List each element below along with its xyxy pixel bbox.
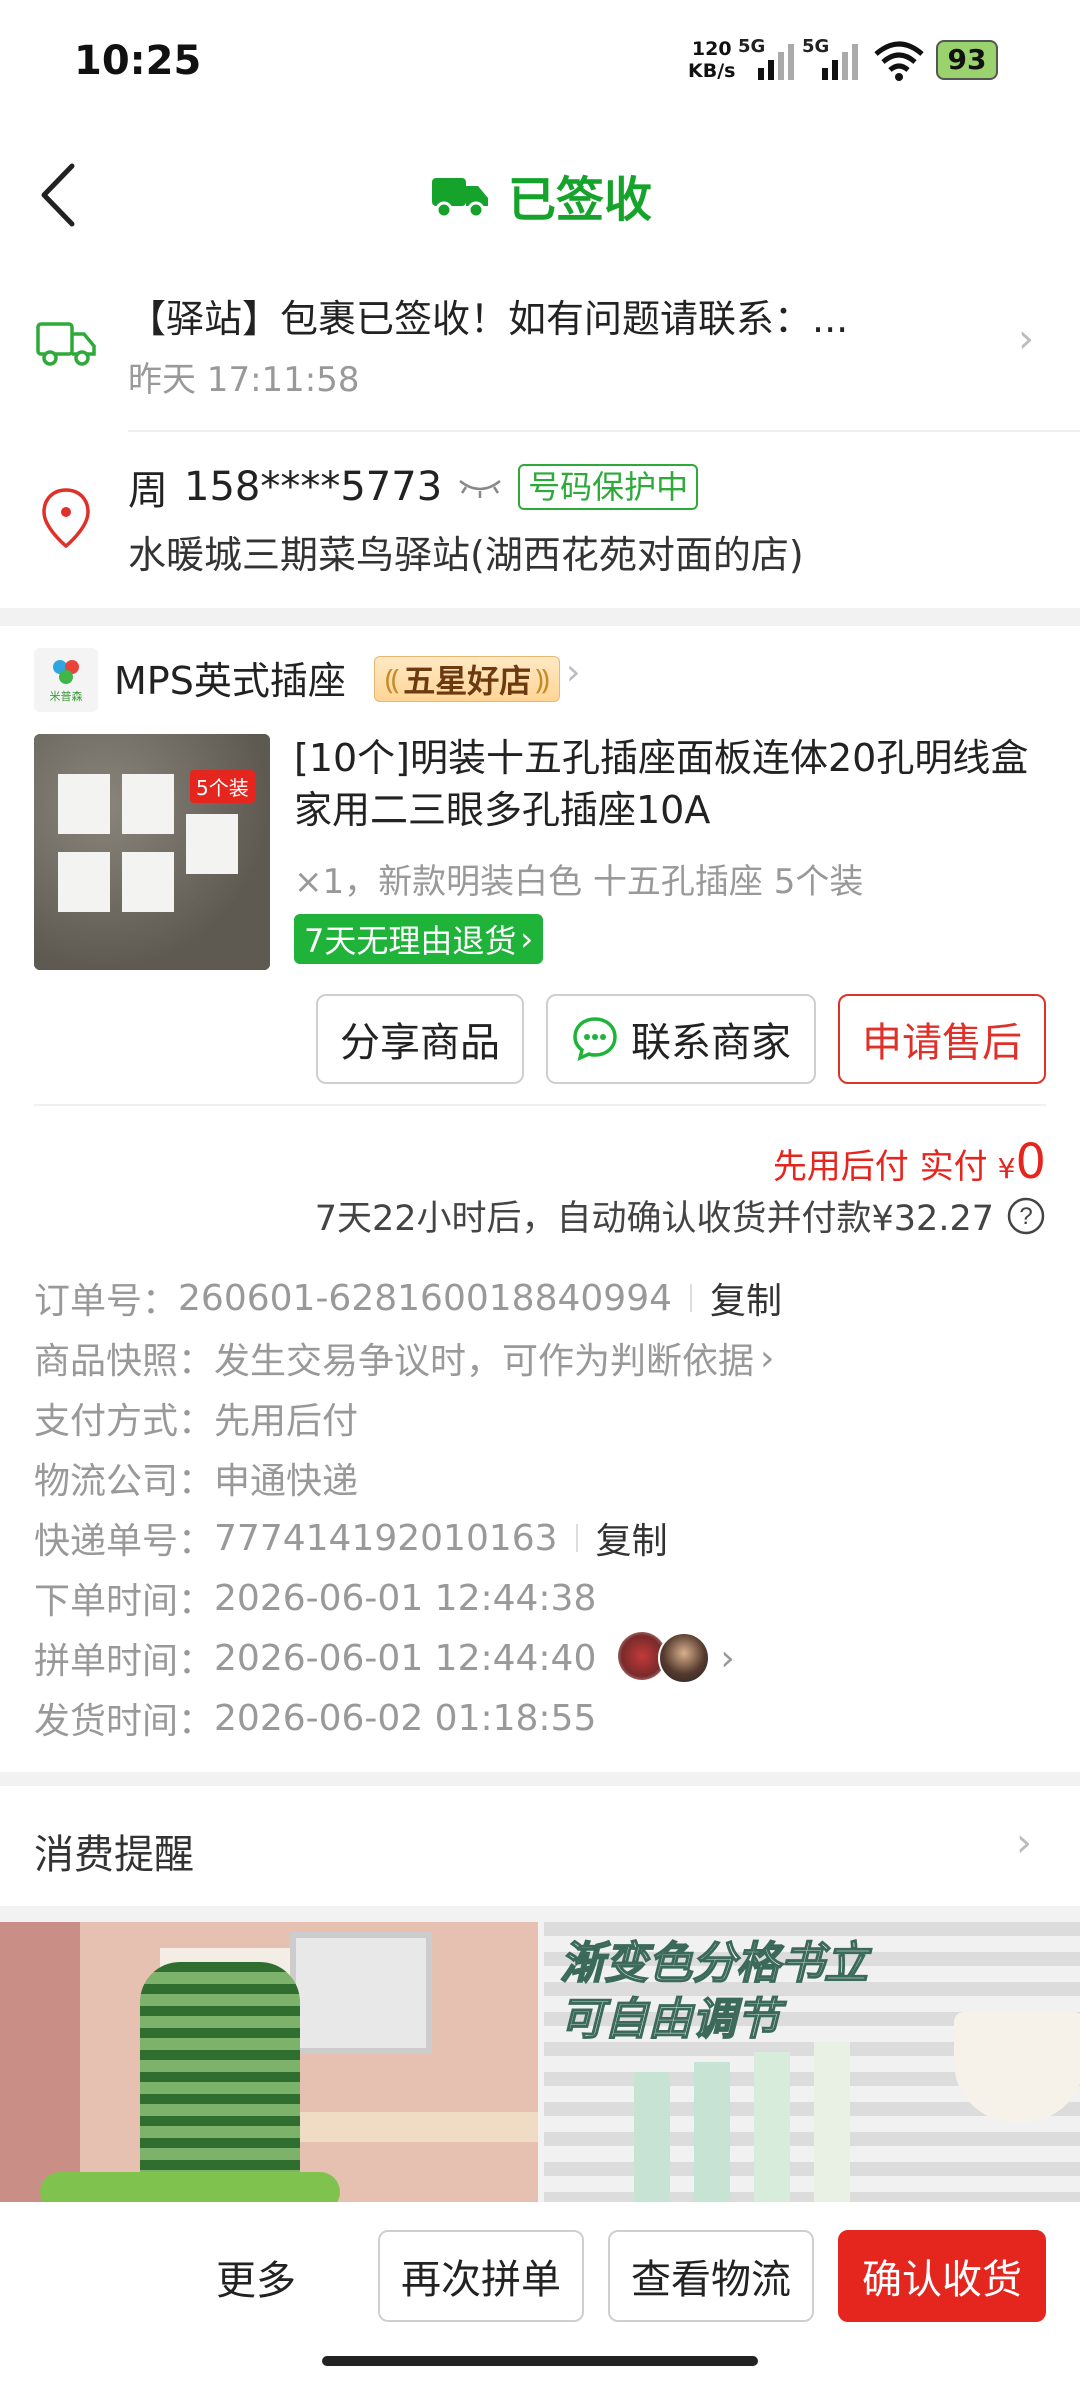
socket-image (122, 852, 174, 912)
recommend-item-chair[interactable] (0, 1922, 538, 2202)
order-info: 订单号： 260601-628160018840994 复制 商品快照： 发生交… (34, 1268, 1046, 1748)
view-logistics-button[interactable]: 查看物流 (608, 2230, 814, 2322)
svg-text:?: ? (1019, 1203, 1032, 1230)
group-time-row[interactable]: 拼单时间： 2026-06-01 12:44:40 › (34, 1628, 1046, 1688)
return-policy-tag[interactable]: 7天无理由退货 › (294, 914, 544, 964)
socket-image (58, 852, 110, 912)
recipient-name: 周 (128, 468, 168, 514)
address-row: 周 158****5773 号码保护中 水暖城三期菜鸟驿站(湖西花苑对面的店) (0, 440, 1080, 600)
auto-confirm-row: 7天22小时后，自动确认收货并付款¥32.27 ? (315, 1190, 1046, 1241)
divider (128, 430, 1080, 432)
shop-logo-text: 米普森 (49, 690, 83, 703)
tracking-time: 昨天 17:11:58 (128, 360, 360, 400)
recommend-item-bookend[interactable]: 渐变色分格书立 可自由调节 (544, 1922, 1080, 2202)
ship-time: 2026-06-02 01:18:55 (214, 1697, 597, 1739)
copy-tracking-number-button[interactable]: 复制 (596, 1512, 668, 1564)
chevron-right-icon: › (760, 1337, 775, 1379)
help-question-icon[interactable]: ? (1006, 1196, 1046, 1236)
order-time: 2026-06-01 12:44:38 (214, 1577, 597, 1619)
chevron-right-icon: › (566, 652, 581, 693)
recommend-caption: 可自由调节 (559, 1993, 781, 2046)
logistics-company: 申通快递 (214, 1461, 359, 1502)
copy-order-number-button[interactable]: 复制 (710, 1272, 782, 1324)
order-time-row: 下单时间： 2026-06-01 12:44:38 (34, 1577, 597, 1623)
address-location: 水暖城三期菜鸟驿站(湖西花苑对面的店) (128, 533, 804, 577)
page-title-text: 已签收 (508, 172, 653, 228)
tracking-number-row: 快递单号： 777414192010163 复制 (34, 1508, 1046, 1568)
location-pin-icon (42, 488, 90, 549)
contact-seller-button[interactable]: 联系商家 (546, 994, 816, 1084)
snapshot-text: 发生交易争议时，可作为判断依据 (214, 1341, 755, 1382)
payment-summary: 先用后付 实付 ¥ 0 (773, 1134, 1046, 1190)
five-star-shop-badge: ⸨ 五星好店 ⸩ (374, 656, 561, 702)
consumption-reminder-row[interactable]: 消费提醒 › (0, 1786, 1080, 1906)
payment-amount: 0 (1015, 1134, 1046, 1190)
reminder-label: 消费提醒 (34, 1832, 194, 1878)
tracking-message: 【驿站】包裹已签收！如有问题请联系：... (128, 297, 849, 341)
lamp-image (954, 2012, 1080, 2122)
socket-image (58, 774, 110, 834)
eye-closed-icon[interactable] (458, 475, 502, 499)
status-time: 10:25 (74, 38, 202, 84)
laurel-icon: ⸩ (535, 663, 550, 696)
net-speed: 120 KB/s (688, 38, 736, 82)
avatar (658, 1632, 711, 1684)
thumb-tag: 5个装 (190, 770, 255, 803)
socket-image (186, 814, 238, 874)
laurel-icon: ⸨ (385, 663, 400, 696)
order-number-row: 订单号： 260601-628160018840994 复制 (34, 1268, 1046, 1328)
divider (34, 1104, 1046, 1106)
product-thumbnail[interactable]: 5个装 (34, 734, 270, 970)
apply-after-sale-button[interactable]: 申请售后 (838, 994, 1046, 1084)
chevron-right-icon: › (720, 1637, 735, 1679)
order-number: 260601-628160018840994 (178, 1277, 672, 1319)
group-avatars (618, 1632, 711, 1684)
share-product-button[interactable]: 分享商品 (316, 994, 524, 1084)
payment-label: 先用后付 实付 (772, 1147, 988, 1187)
ship-time-row: 发货时间： 2026-06-02 01:18:55 (34, 1697, 597, 1743)
chat-bubble-icon (573, 1017, 617, 1062)
truck-icon (432, 178, 488, 219)
more-button[interactable]: 更多 (216, 2248, 296, 2306)
chair-image (140, 1962, 300, 2202)
recommend-caption: 渐变色分格书立 (559, 1937, 869, 1990)
socket-image (122, 774, 174, 834)
battery-indicator: 93 (936, 40, 998, 80)
group-time: 2026-06-01 12:44:40 (214, 1637, 597, 1679)
chevron-right-icon: › (520, 920, 534, 958)
truck-outline-icon (36, 322, 96, 366)
back-arrow-icon[interactable] (36, 160, 80, 230)
desk-image (258, 2112, 538, 2142)
wifi-icon (874, 41, 924, 81)
signal-icon (822, 44, 858, 80)
payment-currency: ¥ (997, 1152, 1016, 1185)
confirm-receipt-button[interactable]: 确认收货 (838, 2230, 1046, 2322)
monitor-image (290, 1932, 432, 2054)
chevron-right-icon: › (1016, 1820, 1032, 1866)
contact-info: 周 158****5773 号码保护中 (128, 458, 699, 516)
shop-logo[interactable]: 米普森 (34, 648, 98, 712)
signal-icon (758, 44, 794, 80)
tracking-number: 777414192010163 (214, 1517, 558, 1559)
product-spec: ×1，新款明装白色 十五孔插座 5个装 (294, 862, 864, 902)
home-indicator[interactable] (322, 2356, 758, 2366)
pay-method: 先用后付 (214, 1401, 359, 1442)
logistics-company-row: 物流公司： 申通快递 (34, 1448, 1046, 1508)
number-protect-tag: 号码保护中 (518, 464, 699, 510)
pay-method-row: 支付方式： 先用后付 (34, 1388, 1046, 1448)
product-title[interactable]: [10个]明装十五孔插座面板连体20孔明线盒家用二三眼多孔插座10A (294, 732, 1034, 836)
shop-name[interactable]: MPS英式插座 (114, 650, 346, 705)
auto-confirm-text: 7天22小时后，自动确认收货并付款¥32.27 (314, 1199, 994, 1239)
recipient-phone: 158****5773 (184, 464, 443, 510)
snapshot-row[interactable]: 商品快照： 发生交易争议时，可作为判断依据 › (34, 1328, 1046, 1388)
regroup-button[interactable]: 再次拼单 (378, 2230, 584, 2322)
tracking-row[interactable]: 【驿站】包裹已签收！如有问题请联系：... 昨天 17:11:58 › (0, 262, 1080, 422)
page-title: 已签收 (430, 160, 652, 230)
chevron-right-icon: › (1018, 316, 1034, 362)
shop-logo-icon (53, 660, 79, 684)
